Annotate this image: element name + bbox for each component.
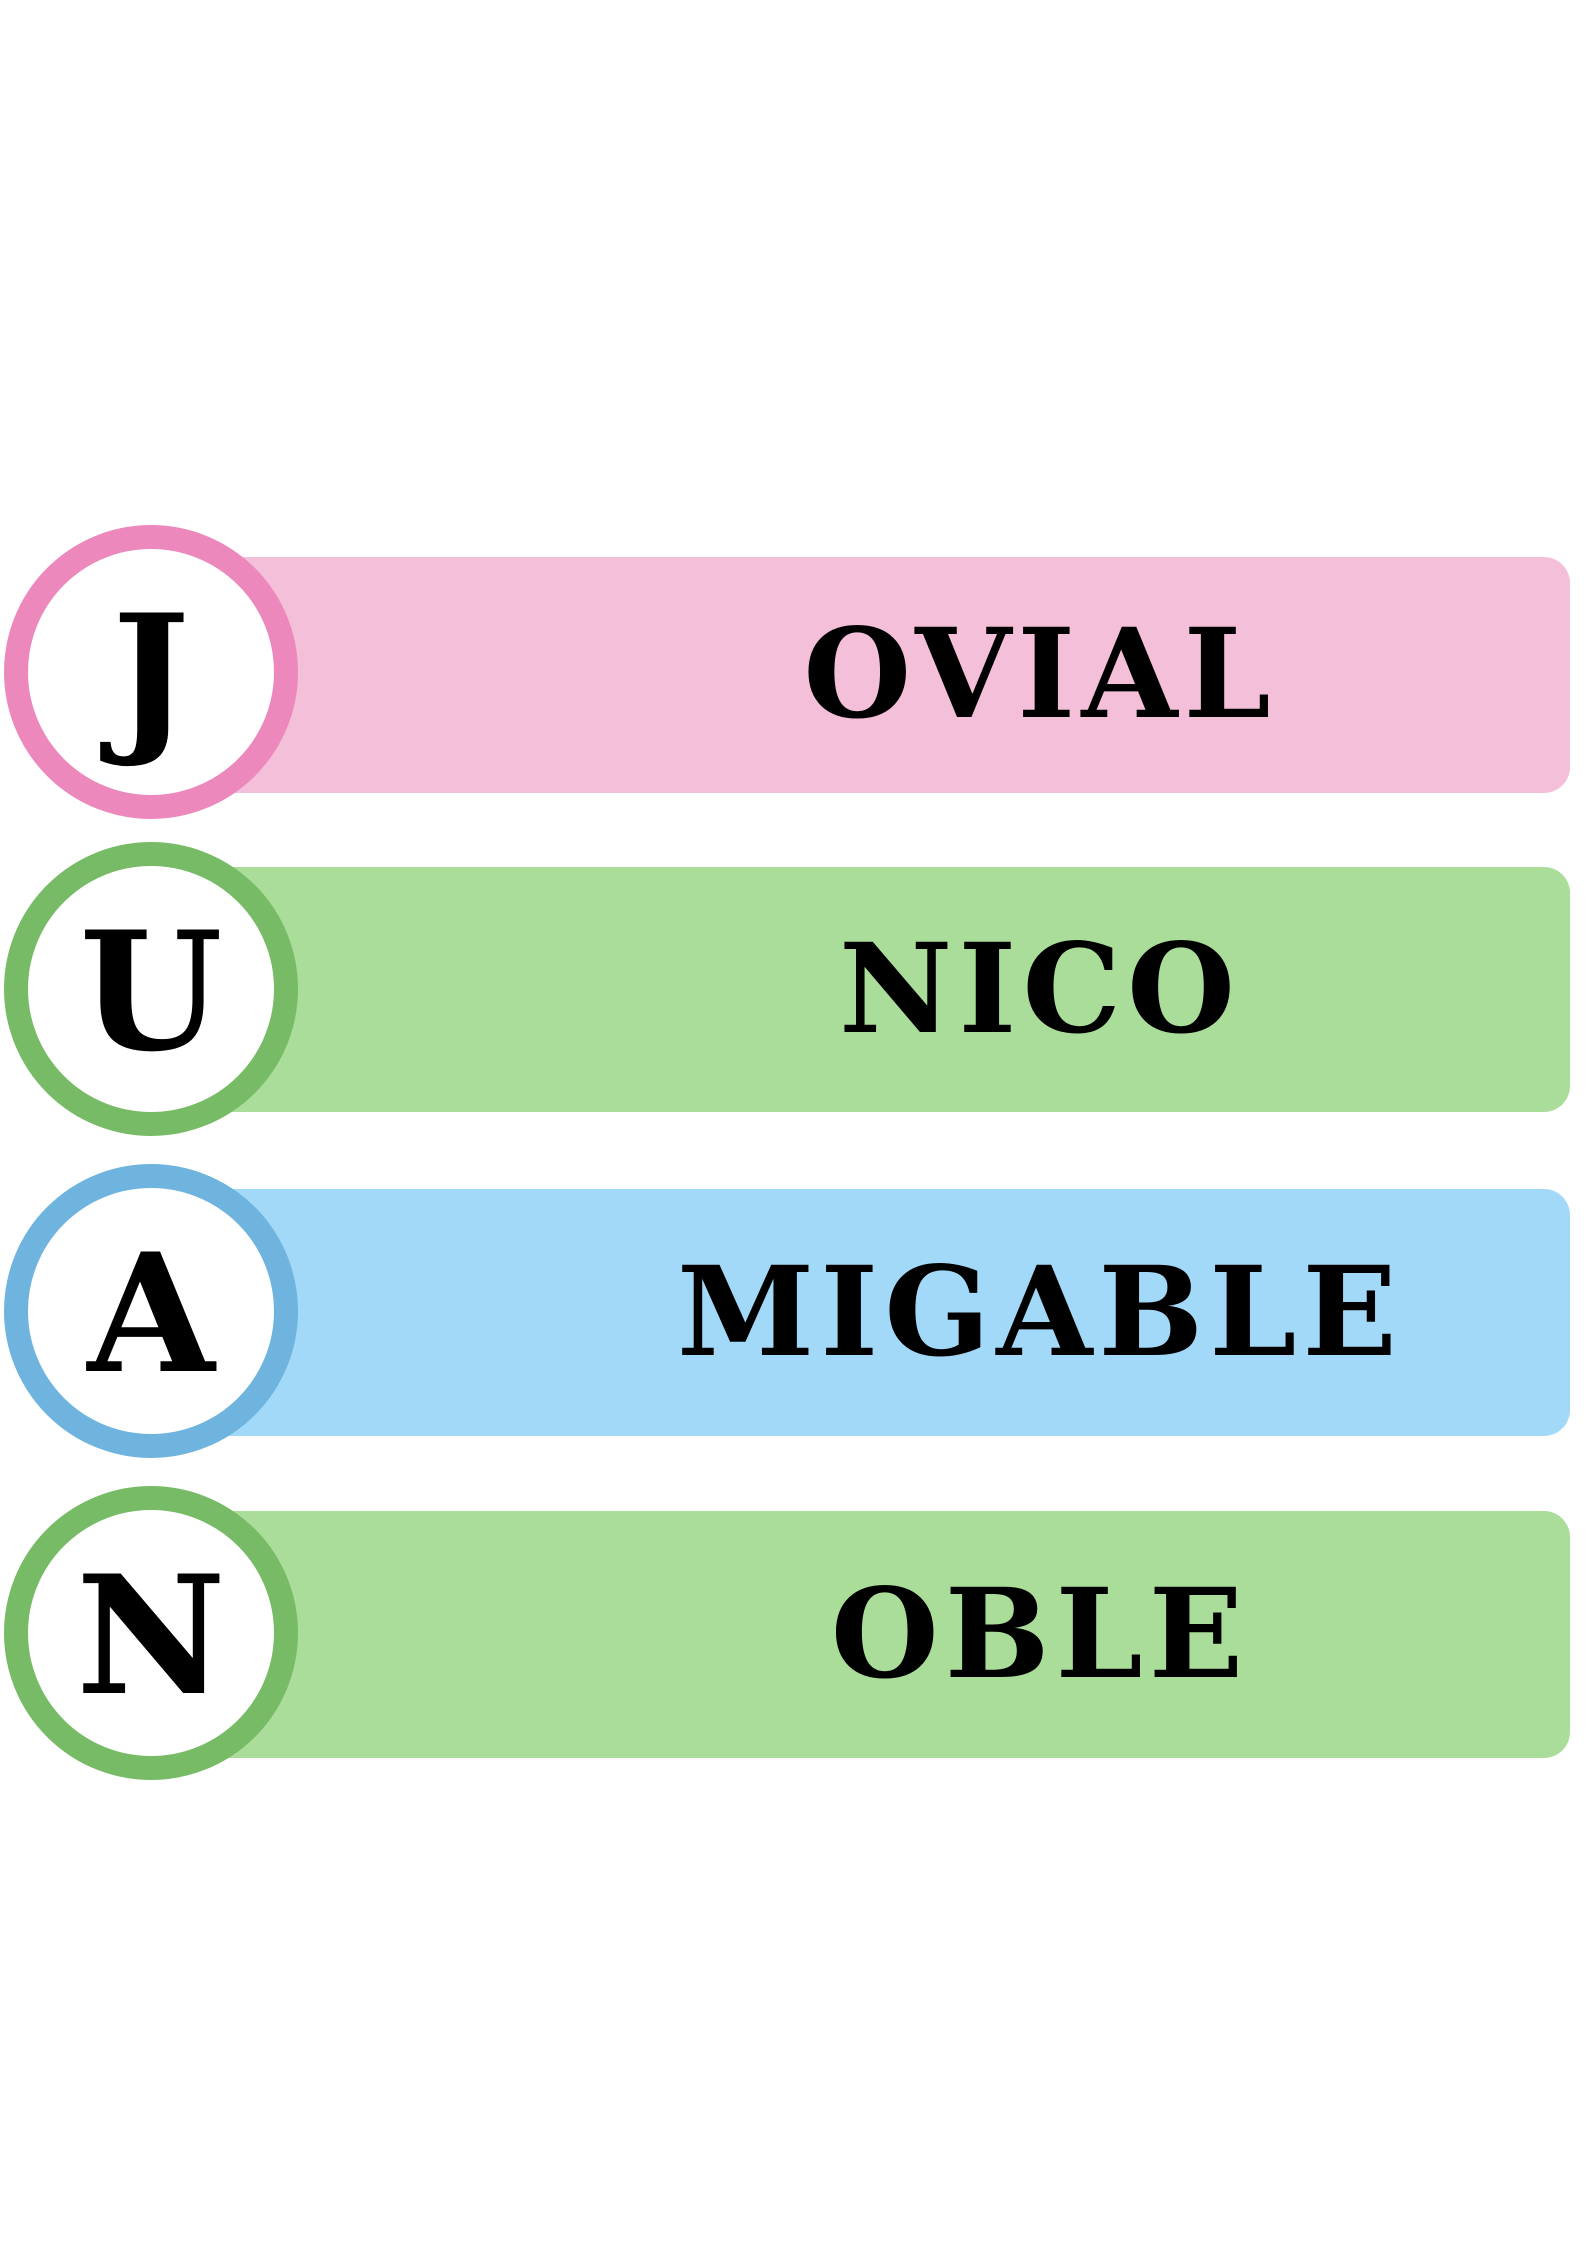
- letter-badge: N: [4, 1486, 298, 1780]
- acrostic-row-u: NICO U: [0, 842, 1587, 1140]
- letter-badge: U: [4, 842, 298, 1136]
- word-banner: MIGABLE: [210, 1189, 1570, 1436]
- word-text: NICO: [838, 916, 1242, 1062]
- initial-letter: U: [79, 895, 223, 1088]
- word-text: MIGABLE: [677, 1239, 1403, 1385]
- letter-badge: A: [4, 1164, 298, 1458]
- word-text: OVIAL: [803, 602, 1277, 747]
- acrostic-juan: OVIAL J NICO U MIGABLE A OBLE N: [0, 0, 1587, 2245]
- initial-letter: A: [87, 1217, 215, 1410]
- word-banner: OVIAL: [210, 557, 1570, 793]
- acrostic-row-j: OVIAL J: [0, 525, 1587, 823]
- word-banner: OBLE: [210, 1511, 1570, 1758]
- initial-letter: N: [76, 1539, 226, 1732]
- letter-badge: J: [4, 525, 298, 819]
- word-text: OBLE: [830, 1561, 1250, 1707]
- acrostic-row-a: MIGABLE A: [0, 1164, 1587, 1462]
- initial-letter: J: [112, 578, 190, 771]
- word-banner: NICO: [210, 867, 1570, 1112]
- acrostic-row-n: OBLE N: [0, 1486, 1587, 1784]
